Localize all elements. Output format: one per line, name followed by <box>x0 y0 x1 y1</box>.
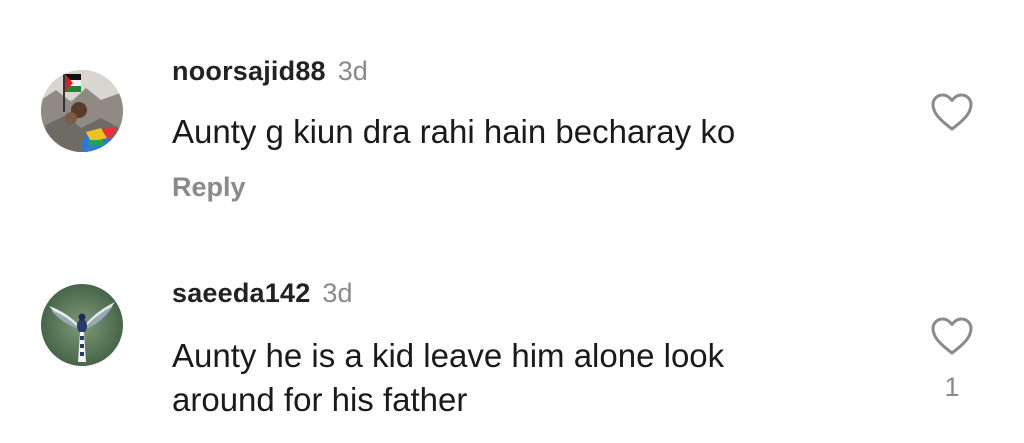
like-button[interactable] <box>930 92 974 132</box>
comment-text: Aunty he is a kid leave him alone look a… <box>172 337 725 418</box>
comment-text: Aunty g kiun dra rahi hain becharay ko <box>172 113 736 150</box>
timestamp: 3d <box>337 56 368 86</box>
reply-button[interactable]: Reply <box>172 172 246 203</box>
avatar[interactable] <box>41 70 123 152</box>
timestamp: 3d <box>322 278 353 308</box>
heart-icon <box>931 93 973 131</box>
like-button[interactable] <box>930 316 974 356</box>
username[interactable]: saeeda142 <box>172 278 310 309</box>
comment-meta: saeeda142 3d <box>172 278 352 314</box>
flag-rubble-photo-icon <box>41 70 123 152</box>
avatar[interactable] <box>41 284 123 366</box>
truncated-reply-row <box>172 436 292 443</box>
heart-icon <box>931 317 973 355</box>
comment-meta: noorsajid88 3d <box>172 56 368 92</box>
username[interactable]: noorsajid88 <box>172 56 326 87</box>
like-count: 1 <box>944 372 960 402</box>
bird-photo-icon <box>41 284 123 366</box>
